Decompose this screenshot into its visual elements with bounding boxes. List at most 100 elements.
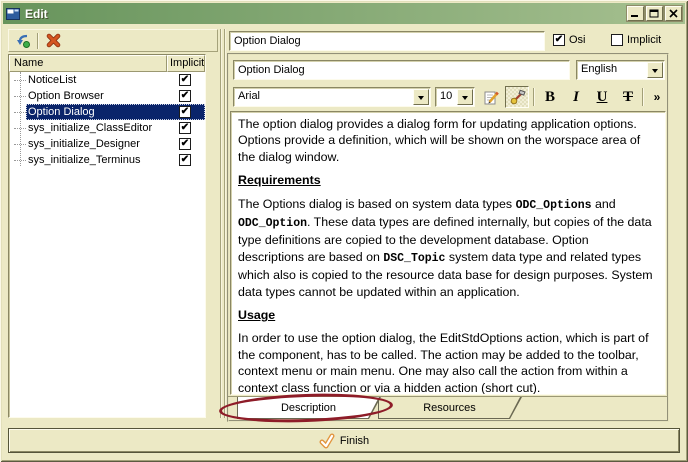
implicit-checkbox[interactable] xyxy=(179,90,191,102)
maximize-icon xyxy=(649,9,660,18)
panel-splitter[interactable] xyxy=(220,29,226,418)
finish-button-label: Finish xyxy=(340,435,369,447)
italic-icon: I xyxy=(573,89,579,106)
implicit-cell xyxy=(165,74,205,86)
implicit-checkbox-label: Implicit xyxy=(627,34,661,46)
minimize-icon xyxy=(630,9,641,18)
tab-description[interactable]: Description xyxy=(237,397,381,419)
chevron-down-icon xyxy=(652,69,658,76)
implicit-checkbox-group: Implicit xyxy=(611,34,661,46)
italic-button[interactable]: I xyxy=(563,86,589,108)
strikethrough-icon: T xyxy=(623,89,633,106)
tab-strip: Description Resources xyxy=(228,396,668,421)
font-name-dropdown[interactable]: Arial xyxy=(233,87,431,107)
format-painter-button[interactable] xyxy=(505,86,529,108)
font-size-dropdown[interactable]: 10 xyxy=(435,87,475,107)
tab-label: Description xyxy=(281,402,336,414)
implicit-checkbox[interactable] xyxy=(179,74,191,86)
tree-connector-icon xyxy=(14,128,26,129)
font-size-dropdown-button[interactable] xyxy=(457,89,473,105)
finish-button[interactable]: Finish xyxy=(8,428,680,453)
text-run: The option dialog provides a dialog form… xyxy=(238,117,640,164)
tab-face: Description xyxy=(238,397,379,418)
tree-connector-icon xyxy=(14,96,26,97)
text-run: DSC_Topic xyxy=(383,252,445,265)
text-run: The Options dialog is based on system da… xyxy=(238,197,516,211)
name-input[interactable] xyxy=(229,31,545,51)
implicit-checkbox[interactable] xyxy=(179,154,191,166)
column-header-implicit[interactable]: Implicit xyxy=(167,55,205,72)
language-value: English xyxy=(577,61,646,79)
minimize-button[interactable] xyxy=(627,6,644,21)
edit-source-icon xyxy=(483,89,500,106)
check-icon xyxy=(319,433,335,449)
implicit-cell xyxy=(165,106,205,118)
list-item-name: sys_initialize_Terminus xyxy=(26,154,165,167)
text-run: In order to use the option dialog, the E… xyxy=(238,331,649,394)
strikethrough-button[interactable]: T xyxy=(615,86,641,108)
caption-input[interactable] xyxy=(233,60,570,80)
window-title: Edit xyxy=(25,7,625,21)
list-item[interactable]: sys_initialize_Terminus xyxy=(9,152,205,168)
format-painter-icon xyxy=(509,89,526,106)
column-header-name[interactable]: Name xyxy=(9,55,167,72)
list-item-body: sys_initialize_ClassEditor xyxy=(26,120,205,136)
list-item-body: NoticeList xyxy=(26,72,205,88)
implicit-cell xyxy=(165,122,205,134)
delete-icon xyxy=(46,33,61,48)
implicit-checkbox[interactable] xyxy=(179,122,191,134)
tree-connector-icon xyxy=(14,160,26,161)
implicit-checkbox[interactable] xyxy=(611,34,623,46)
bold-icon: B xyxy=(545,89,555,106)
list-item[interactable]: NoticeList xyxy=(9,72,205,88)
titlebar: Edit xyxy=(3,3,685,24)
toolbar-overflow-button[interactable]: » xyxy=(648,86,666,108)
rich-text-paragraph: The Options dialog is based on system da… xyxy=(238,196,658,300)
maximize-button[interactable] xyxy=(646,6,663,21)
chevron-down-icon xyxy=(418,96,424,103)
list-item-body: sys_initialize_Terminus xyxy=(26,152,205,168)
text-run: and xyxy=(592,197,616,211)
format-buttons: B I UT xyxy=(537,86,641,108)
font-name-dropdown-button[interactable] xyxy=(413,89,429,105)
description-editor[interactable]: The option dialog provides a dialog form… xyxy=(230,111,666,395)
underline-button[interactable]: U xyxy=(589,86,615,108)
list-rows: NoticeListOption BrowserOption Dialogsys… xyxy=(9,72,205,168)
list-header: Name Implicit xyxy=(9,55,205,72)
delete-item-button[interactable] xyxy=(43,31,63,50)
language-dropdown[interactable]: English xyxy=(576,60,665,80)
bold-button[interactable]: B xyxy=(537,86,563,108)
rich-text-paragraph: In order to use the option dialog, the E… xyxy=(238,330,658,395)
window-icon xyxy=(6,8,20,20)
implicit-checkbox[interactable] xyxy=(179,138,191,150)
underline-icon: U xyxy=(597,89,608,106)
close-button[interactable] xyxy=(665,6,682,21)
edit-dialog-window: Edit Name Impl xyxy=(0,0,688,462)
implicit-cell xyxy=(165,90,205,102)
text-run: ODC_Options xyxy=(516,199,592,212)
list-item[interactable]: Option Browser xyxy=(9,88,205,104)
rich-text-heading: Requirements xyxy=(238,172,658,188)
add-item-button[interactable] xyxy=(13,31,33,50)
tab-face: Resources xyxy=(379,397,520,418)
list-item[interactable]: sys_initialize_Designer xyxy=(9,136,205,152)
component-list: Name Implicit NoticeListOption Browser Op… xyxy=(8,54,206,418)
list-item-body: Option Browser xyxy=(26,88,205,104)
edit-source-button[interactable] xyxy=(479,86,503,108)
close-icon xyxy=(668,9,679,18)
rich-text-paragraph: The option dialog provides a dialog form… xyxy=(238,116,658,165)
implicit-cell xyxy=(165,154,205,166)
font-size-value: 10 xyxy=(436,88,456,106)
osi-checkbox-group: Osi xyxy=(553,34,586,46)
language-dropdown-button[interactable] xyxy=(647,62,663,78)
rich-text-heading: Usage xyxy=(238,307,658,323)
osi-checkbox[interactable] xyxy=(553,34,565,46)
font-name-value: Arial xyxy=(234,88,412,106)
list-item-name: Option Dialog xyxy=(26,106,165,119)
tab-resources[interactable]: Resources xyxy=(378,397,522,419)
implicit-checkbox[interactable] xyxy=(179,106,191,118)
list-item[interactable]: Option Dialog xyxy=(9,104,205,120)
list-item-body: Option Dialog xyxy=(26,104,205,120)
list-item[interactable]: sys_initialize_ClassEditor xyxy=(9,120,205,136)
osi-checkbox-label: Osi xyxy=(569,34,586,46)
